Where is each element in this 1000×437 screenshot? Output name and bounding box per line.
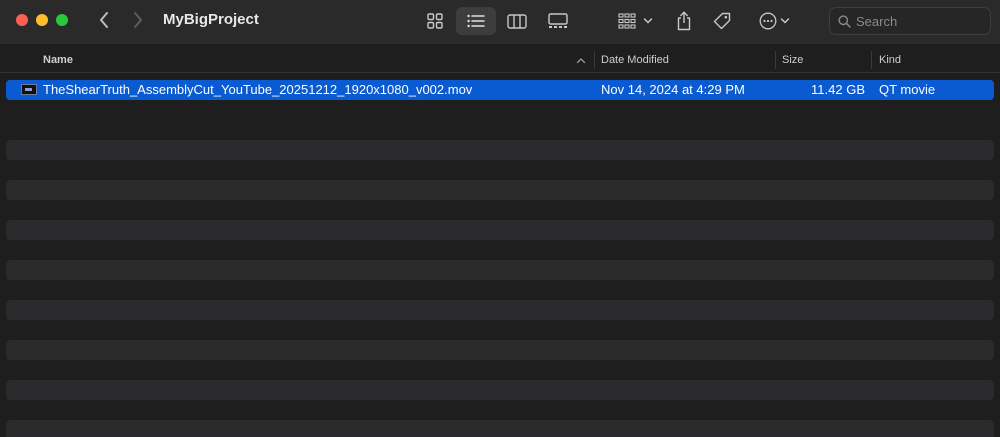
share-icon	[677, 11, 691, 31]
sort-ascending-icon[interactable]	[576, 57, 586, 64]
close-window-button[interactable]	[16, 14, 28, 26]
more-actions-button[interactable]	[752, 7, 796, 35]
file-name: TheShearTruth_AssemblyCut_YouTube_202512…	[43, 82, 473, 97]
column-divider[interactable]	[594, 51, 595, 69]
gallery-view-icon	[548, 13, 568, 28]
minimize-window-button[interactable]	[36, 14, 48, 26]
list-view-button[interactable]	[456, 7, 496, 35]
chevron-down-icon	[780, 18, 789, 24]
forward-button[interactable]	[126, 8, 150, 32]
empty-row	[6, 260, 994, 280]
column-header-name[interactable]: Name	[43, 47, 73, 73]
search-icon	[838, 14, 851, 28]
column-view-icon	[507, 13, 527, 29]
search-input[interactable]	[856, 13, 981, 29]
zoom-window-button[interactable]	[56, 14, 68, 26]
file-kind: QT movie	[879, 82, 936, 97]
empty-row	[6, 380, 994, 400]
column-divider[interactable]	[871, 51, 872, 69]
icon-view-button[interactable]	[420, 7, 450, 35]
column-header-size[interactable]: Size	[782, 47, 803, 73]
list-view-icon	[467, 14, 485, 28]
share-button[interactable]	[670, 7, 698, 35]
gallery-view-button[interactable]	[542, 7, 574, 35]
empty-row	[6, 300, 994, 320]
back-button[interactable]	[92, 8, 116, 32]
chevron-right-icon	[134, 12, 142, 28]
search-field[interactable]	[829, 7, 991, 35]
window-title: MyBigProject	[163, 11, 259, 28]
empty-row	[6, 420, 994, 437]
empty-row	[6, 180, 994, 200]
movie-file-icon	[21, 84, 37, 95]
tag-button[interactable]	[708, 7, 736, 35]
empty-row	[6, 220, 994, 240]
chevron-left-icon	[100, 12, 108, 28]
empty-row	[6, 140, 994, 160]
column-header-date-modified[interactable]: Date Modified	[601, 47, 669, 73]
empty-row	[6, 340, 994, 360]
file-row[interactable]: TheShearTruth_AssemblyCut_YouTube_202512…	[6, 80, 994, 100]
column-divider[interactable]	[775, 51, 776, 69]
file-size: 11.42 GB	[811, 82, 865, 97]
column-view-button[interactable]	[502, 7, 532, 35]
column-header-bar: Name Date Modified Size Kind	[0, 47, 1000, 73]
chevron-down-icon	[643, 18, 652, 24]
icon-view-icon	[427, 13, 443, 29]
group-by-button[interactable]	[612, 7, 658, 35]
toolbar: MyBigProject	[0, 0, 1000, 44]
column-header-kind[interactable]: Kind	[879, 47, 901, 73]
tag-icon	[713, 12, 731, 30]
file-date-modified: Nov 14, 2024 at 4:29 PM	[601, 82, 745, 97]
more-actions-icon	[759, 12, 776, 30]
group-by-icon	[617, 13, 636, 29]
